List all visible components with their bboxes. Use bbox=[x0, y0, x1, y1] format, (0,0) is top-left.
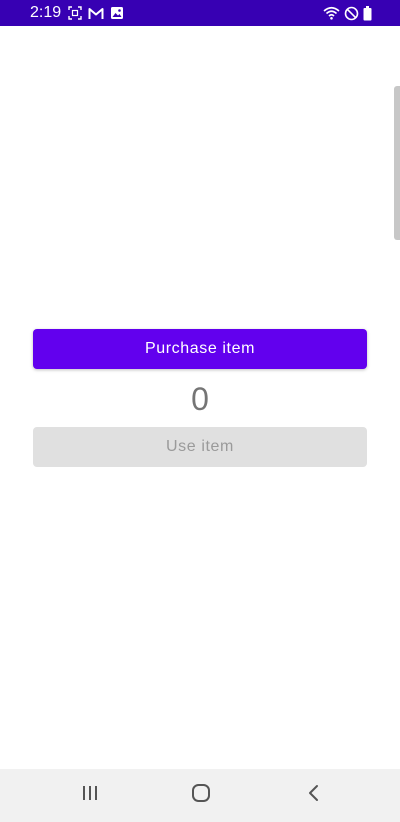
recents-icon bbox=[81, 784, 99, 807]
do-not-disturb-icon bbox=[344, 6, 359, 21]
gmail-icon bbox=[88, 7, 104, 20]
battery-icon bbox=[363, 5, 372, 21]
wifi-icon bbox=[323, 6, 340, 20]
app-screen: 2:19 Purchase item 0 Use item bbox=[0, 0, 400, 822]
system-status-icons bbox=[323, 5, 372, 21]
back-icon bbox=[307, 784, 321, 807]
home-icon bbox=[191, 783, 211, 808]
home-button[interactable] bbox=[187, 783, 215, 807]
status-time: 2:19 bbox=[30, 4, 62, 21]
purchase-item-button[interactable]: Purchase item bbox=[33, 329, 367, 369]
screenshot-icon bbox=[68, 6, 82, 20]
item-count: 0 bbox=[191, 381, 209, 417]
notification-icons bbox=[68, 5, 124, 21]
recents-button[interactable] bbox=[76, 783, 104, 807]
back-button[interactable] bbox=[300, 783, 328, 807]
navigation-bar bbox=[0, 769, 400, 822]
use-item-button[interactable]: Use item bbox=[33, 427, 367, 467]
status-bar: 2:19 bbox=[0, 0, 400, 26]
scroll-indicator[interactable] bbox=[394, 86, 400, 240]
gallery-icon bbox=[110, 6, 124, 20]
